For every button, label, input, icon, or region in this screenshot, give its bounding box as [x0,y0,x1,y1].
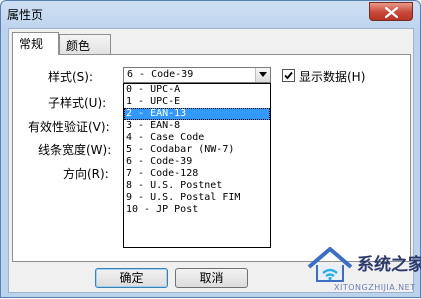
tab-general-label: 常规 [19,37,44,51]
close-button[interactable] [369,2,413,21]
watermark-name: 系统之家 [357,255,421,275]
dropdown-option[interactable]: 5 - Codabar (NW-7) [124,144,270,156]
title-bar[interactable]: 属性页 [1,1,421,27]
line-width-label: 线条宽度(W): [38,143,112,157]
substyle-label: 子样式(U): [48,96,107,110]
dropdown-option[interactable]: 8 - U.S. Postnet [124,180,270,192]
tab-color-label: 颜色 [66,39,91,53]
properties-window: 属性页 常规 颜色 样式(S): 子样式(U): 有效性验证(V): 线条宽度(… [0,0,421,298]
style-select-arrow-button[interactable] [255,68,270,82]
style-select-value: 6 - Code-39 [127,69,194,80]
style-select[interactable]: 6 - Code-39 [123,67,271,83]
show-data-checkbox[interactable] [282,69,295,82]
dropdown-option[interactable]: 4 - Case Code [124,132,270,144]
style-label: 样式(S): [48,70,94,84]
validation-label: 有效性验证(V): [28,120,110,134]
show-data-label[interactable]: 显示数据(H) [299,68,365,85]
dropdown-option[interactable]: 1 - UPC-E [124,96,270,108]
tab-color[interactable]: 颜色 [59,34,111,54]
close-icon [385,7,398,18]
window-title: 属性页 [7,8,44,22]
dropdown-option[interactable]: 6 - Code-39 [124,156,270,168]
style-dropdown-list: 0 - UPC-A 1 - UPC-E 2 - EAN-13 3 - EAN-8… [123,83,271,248]
site-watermark: 系统之家 XITONGZHIJIA.NET [301,241,421,299]
dropdown-option[interactable]: 7 - Code-128 [124,168,270,180]
dropdown-option[interactable]: 9 - U.S. Postal FIM [124,192,270,204]
direction-label: 方向(R): [63,167,109,181]
dropdown-option[interactable]: 3 - EAN-8 [124,120,270,132]
tab-general[interactable]: 常规 [12,32,59,55]
cancel-button[interactable]: 取消 [175,268,248,288]
chevron-down-icon [259,72,267,77]
dropdown-option[interactable]: 0 - UPC-A [124,84,270,96]
checkmark-icon [284,71,293,80]
dropdown-option[interactable]: 10 - JP Post [124,204,270,216]
ok-button[interactable]: 确定 [95,268,168,288]
house-logo-icon [307,247,353,282]
watermark-url: XITONGZHIJIA.NET [334,283,416,292]
dropdown-option-selected[interactable]: 2 - EAN-13 [124,108,270,120]
